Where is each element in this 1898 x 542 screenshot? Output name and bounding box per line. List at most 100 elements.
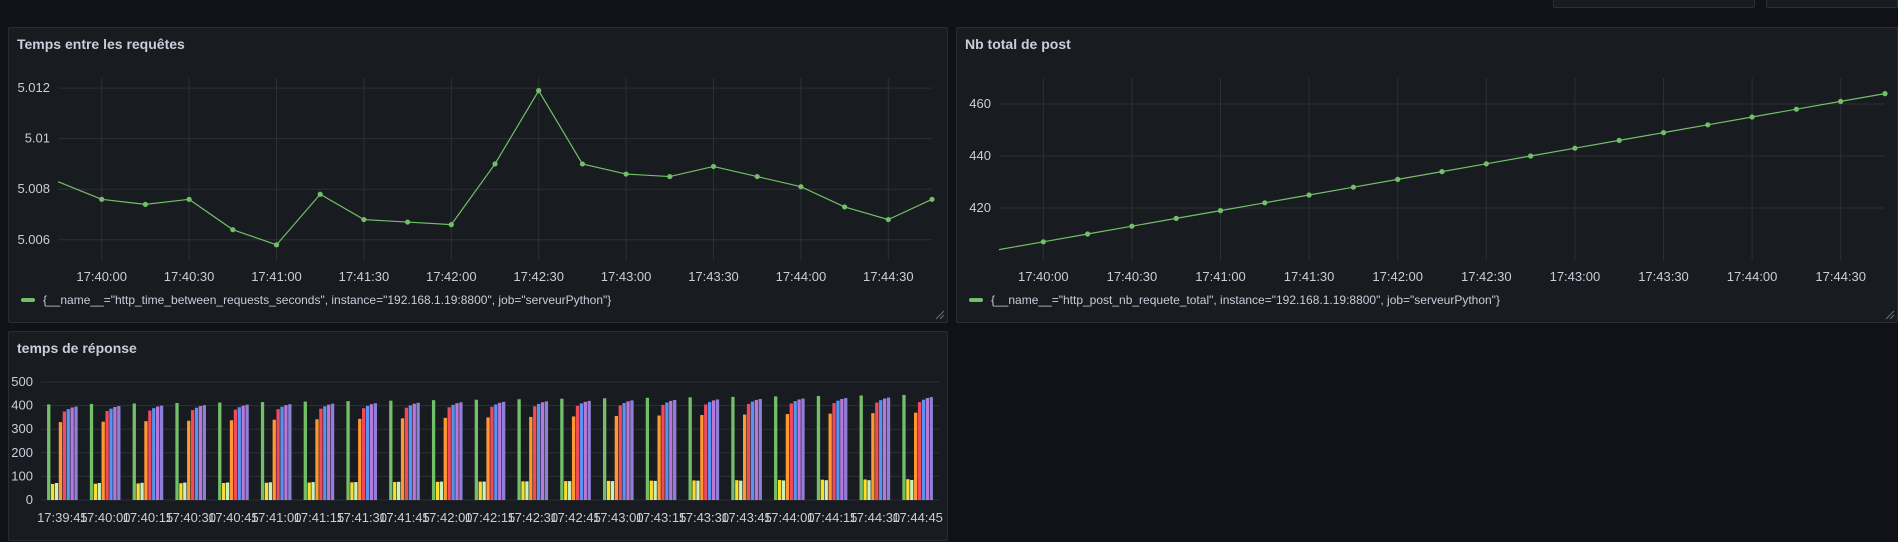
data-point [1350, 184, 1356, 190]
bar [136, 483, 140, 500]
chart-legend[interactable]: {__name__="http_post_nb_requete_total", … [969, 293, 1500, 307]
bar [280, 406, 284, 500]
bar [731, 396, 735, 500]
bar [715, 399, 720, 500]
bar [669, 400, 673, 500]
bar [225, 482, 230, 500]
bar [373, 403, 378, 500]
bar [431, 400, 436, 500]
bar [661, 404, 665, 500]
bar [910, 479, 914, 500]
y-tick-label: 300 [11, 421, 33, 436]
line-chart-total-posts[interactable]: 420 440 460 17:40:00 17:40:30 17:41:00 17:41:3… [957, 28, 1898, 324]
bar [630, 400, 634, 500]
bar [688, 397, 692, 500]
bar [327, 404, 331, 500]
bar [478, 481, 482, 500]
bar [288, 404, 292, 500]
bar [875, 402, 879, 500]
bar [451, 404, 455, 500]
bar [544, 401, 549, 500]
chart-legend[interactable]: {__name__="http_time_between_requests_se… [21, 293, 611, 307]
bar [820, 479, 824, 500]
data-point [929, 196, 935, 202]
data-point [1483, 161, 1489, 167]
bar [303, 401, 307, 500]
data-point [1395, 176, 1401, 182]
data-point [1040, 239, 1046, 245]
x-tick-label: 17:42:00 [426, 269, 477, 284]
panel-response-time: temps de réponse 0 100 200 300 400 500 17:39:4… [8, 331, 948, 541]
bar [540, 402, 545, 500]
data-point [317, 191, 323, 197]
bar [113, 407, 117, 500]
resize-handle-icon[interactable] [935, 310, 945, 320]
bar [774, 396, 778, 500]
bar [921, 399, 926, 500]
bar [836, 400, 840, 500]
bar [502, 401, 506, 500]
data-point [1882, 91, 1888, 97]
data-point [1838, 98, 1844, 104]
bar [62, 411, 66, 500]
toolbar-refresh-button[interactable] [1766, 0, 1898, 8]
bar [315, 419, 319, 500]
bar [66, 409, 70, 500]
x-tick-label: 17:42:30 [1461, 269, 1512, 284]
bar [793, 401, 797, 500]
bar [867, 480, 871, 500]
panel-time-between-requests: Temps entre les requêtes 5.006 5.008 5.01 5… [8, 27, 948, 323]
bar [525, 481, 529, 500]
bar [859, 395, 863, 500]
data-point [142, 201, 148, 207]
bar [498, 402, 502, 500]
bar [260, 402, 265, 500]
bar [797, 399, 801, 500]
bar [183, 482, 187, 500]
data-point [536, 88, 542, 94]
bar [606, 480, 611, 500]
data-point [1660, 130, 1667, 136]
data-point [230, 227, 236, 233]
bar [863, 479, 867, 500]
data-point [579, 161, 586, 167]
bar [319, 408, 323, 500]
y-tick-label: 0 [26, 492, 33, 507]
resize-handle-icon[interactable] [1885, 310, 1895, 320]
bar [626, 401, 630, 500]
data-point [842, 204, 848, 210]
y-tick-label: 200 [11, 445, 33, 460]
x-tick-label: 17:44:00 [776, 269, 827, 284]
data-point [99, 196, 105, 202]
bar [692, 480, 696, 500]
data-point [1528, 153, 1534, 159]
bar [529, 416, 533, 500]
bar [704, 404, 708, 500]
bar-chart-response-time[interactable]: 010020030040050017:39:4517:40:0017:40:15… [9, 332, 949, 542]
bar [175, 403, 179, 500]
bar [350, 482, 354, 500]
bar [879, 400, 883, 500]
bar [311, 482, 315, 500]
bar [70, 407, 74, 500]
bar [140, 482, 144, 500]
bar [396, 481, 401, 500]
data-point [710, 163, 717, 170]
bar [886, 397, 891, 500]
toolbar-time-picker-button[interactable] [1553, 0, 1755, 8]
bar [587, 400, 591, 500]
legend-swatch [969, 298, 983, 302]
bar [482, 481, 486, 500]
bar [665, 402, 669, 500]
bar [906, 479, 910, 500]
bar [708, 402, 712, 500]
bar [533, 406, 537, 500]
bar [610, 481, 615, 500]
x-tick-label: 17:44:30 [863, 269, 914, 284]
x-tick-label: 17:44:30 [1815, 269, 1866, 284]
bar [101, 421, 105, 500]
y-tick-label: 400 [11, 398, 33, 413]
bar [229, 420, 234, 500]
data-point [667, 173, 673, 180]
line-chart-time-between[interactable]: 5.006 5.008 5.01 5.012 17:40:00 17:40:30 17:41… [9, 28, 949, 324]
